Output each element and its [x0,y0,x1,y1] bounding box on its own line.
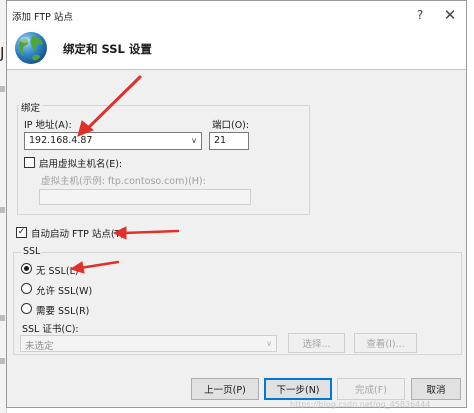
page-heading: 绑定和 SSL 设置 [63,42,152,56]
port-value: 21 [214,135,227,146]
previous-button[interactable]: 上一页(P) [191,378,259,400]
ip-address-label: IP 地址(A): [24,120,72,131]
allow-ssl-radio[interactable] [21,283,32,294]
port-input[interactable]: 21 [209,132,249,150]
autostart-label: 自动启动 FTP 站点(T) [31,229,125,240]
allow-ssl-label: 允许 SSL(W) [36,286,93,297]
virtual-host-input[interactable] [39,189,251,205]
background-window-marker [0,207,5,213]
radio-dot [24,266,29,271]
select-certificate-button[interactable]: 选择... [288,333,345,353]
ssl-certificate-dropdown[interactable]: 未选定 ∨ [20,335,277,352]
ip-address-value: 192.168.4.87 [29,135,93,146]
checkmark-icon: ✓ [17,227,26,237]
background-window-marker [0,358,5,364]
chevron-down-icon[interactable]: ∨ [191,136,197,145]
ssl-certificate-label: SSL 证书(C): [22,324,79,335]
view-certificate-button[interactable]: 查看(I)... [354,333,417,353]
help-button[interactable]: ? [405,1,435,29]
cancel-button[interactable]: 取消 [411,378,461,400]
title-bar: 添加 FTP 站点 ? ✕ [7,1,466,29]
port-label: 端口(O): [212,120,250,131]
add-ftp-site-dialog: 添加 FTP 站点 ? ✕ 绑定和 SSL 设置 绑定 IP 地址(A): 19… [6,0,467,408]
binding-group-label: 绑定 [19,100,43,114]
watermark: https://blog.csdn.net/qq_45836444 [290,400,431,409]
virtual-host-label: 虚拟主机(示例: ftp.contoso.com)(H): [41,176,206,187]
globe-icon [15,32,47,64]
ssl-certificate-value: 未选定 [25,341,54,352]
wizard-banner: 绑定和 SSL 设置 [7,29,466,70]
chevron-down-icon[interactable]: ∨ [266,339,272,348]
background-window-text: J [0,44,5,62]
window-title: 添加 FTP 站点 [12,12,73,23]
ssl-group-label: SSL [21,246,43,257]
autostart-checkbox[interactable]: ✓ [16,227,27,238]
ip-address-dropdown[interactable]: 192.168.4.87 ∨ [24,132,202,150]
background-window-marker [0,315,5,321]
no-ssl-label: 无 SSL(L) [36,266,79,277]
next-button[interactable]: 下一步(N) [264,378,332,400]
no-ssl-radio[interactable] [21,263,32,274]
enable-virtual-host-checkbox[interactable] [24,157,35,168]
require-ssl-label: 需要 SSL(R) [36,306,90,317]
enable-virtual-host-label: 启用虚拟主机名(E): [39,159,123,170]
finish-button[interactable]: 完成(F) [337,378,405,400]
require-ssl-radio[interactable] [21,303,32,314]
background-window-marker [0,86,5,92]
close-button[interactable]: ✕ [435,1,465,29]
